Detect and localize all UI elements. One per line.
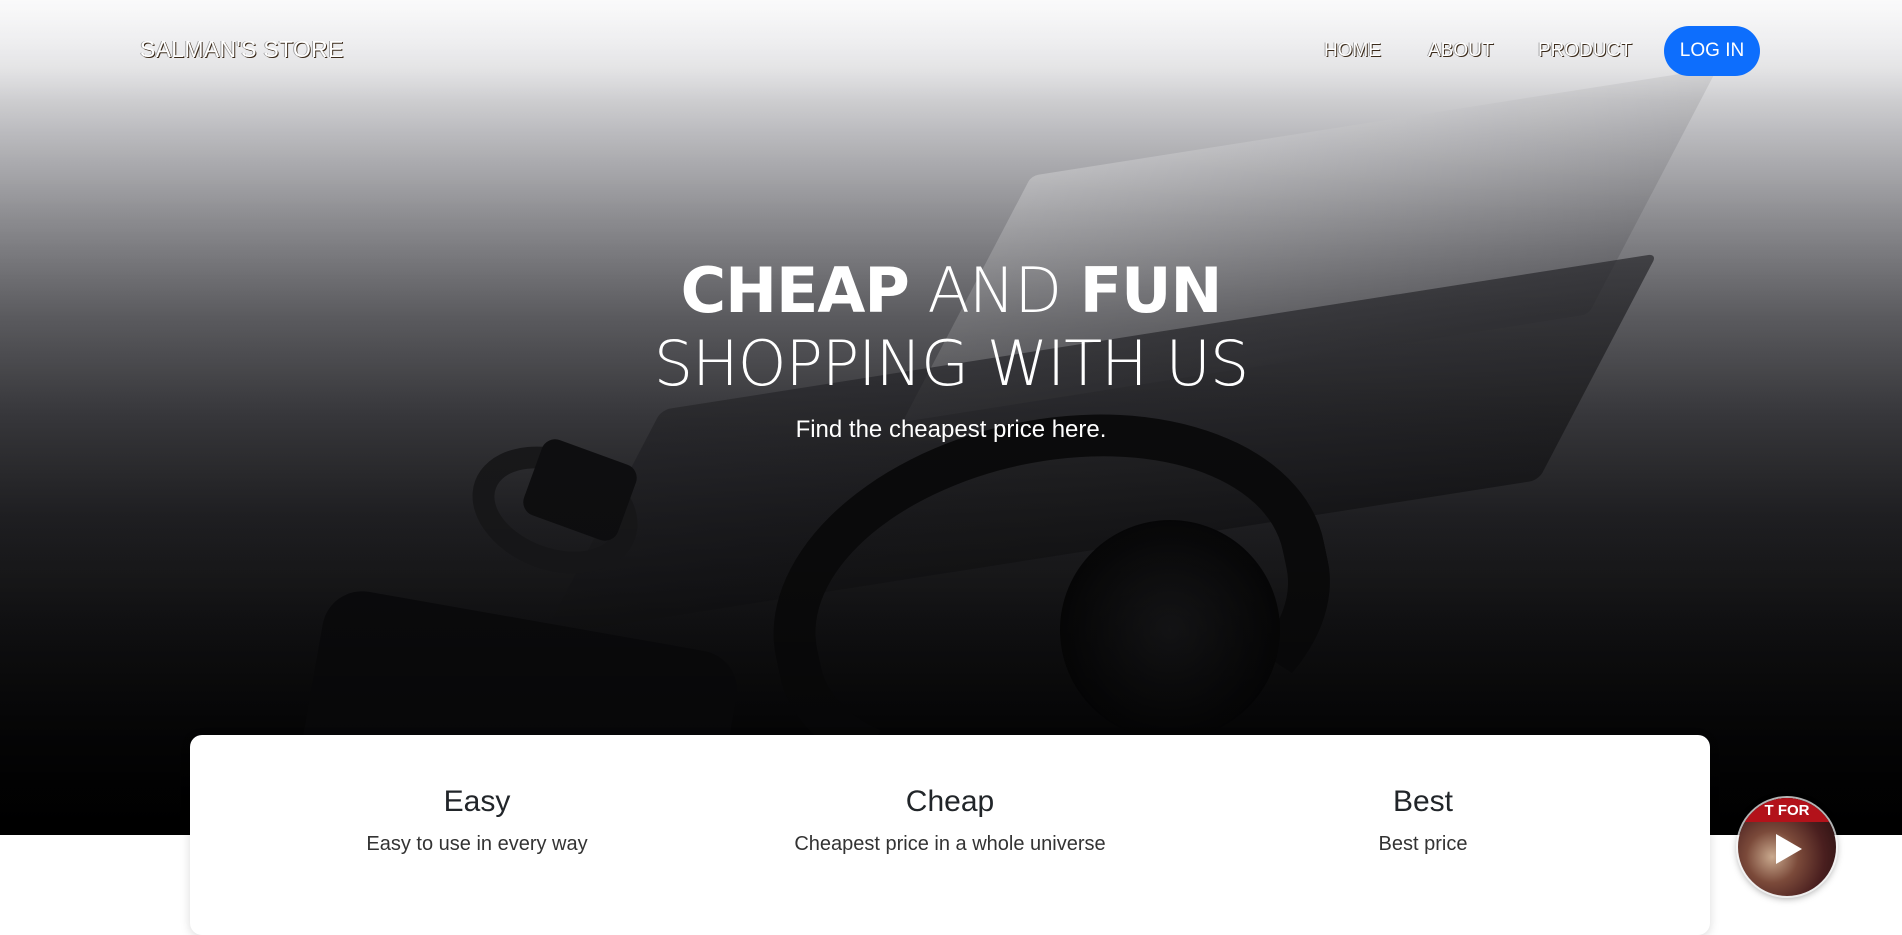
hero-subtitle: Find the cheapest price here. — [795, 416, 1107, 443]
nav-about-link[interactable]: ABOUT — [1428, 40, 1493, 62]
nav-product-link[interactable]: PRODUCT — [1538, 40, 1632, 62]
headline-fun: FUN — [1079, 254, 1223, 327]
features-card: Easy Easy to use in every way Cheap Chea… — [190, 735, 1710, 935]
headline-and: AND — [908, 254, 1080, 327]
hero-headline-line1: CHEAP AND FUN — [0, 255, 1902, 327]
feature-cheap: Cheap Cheapest price in a whole universe — [750, 785, 1150, 856]
feature-easy: Easy Easy to use in every way — [277, 785, 677, 856]
brand-logo[interactable]: SALMAN'S STORE — [140, 36, 344, 63]
feature-description: Cheapest price in a whole universe — [794, 833, 1106, 855]
hero-headline-line2: SHOPPING WITH US — [653, 327, 1250, 400]
feature-title: Cheap — [905, 785, 995, 818]
feature-title: Easy — [443, 785, 511, 818]
nav-home-link[interactable]: HOME — [1324, 40, 1381, 62]
hero-section: SALMAN'S STORE HOME ABOUT PRODUCT LOG IN… — [0, 0, 1902, 835]
feature-best: Best Best price — [1223, 785, 1623, 856]
feature-description: Easy to use in every way — [366, 833, 588, 855]
video-thumbnail-banner: T FOR — [1738, 798, 1836, 822]
headline-cheap: CHEAP — [680, 254, 910, 327]
video-bubble[interactable]: T FOR — [1738, 798, 1836, 896]
feature-title: Best — [1392, 785, 1454, 818]
feature-description: Best price — [1378, 833, 1468, 855]
play-icon[interactable] — [1776, 834, 1802, 864]
login-button[interactable]: LOG IN — [1664, 26, 1760, 76]
